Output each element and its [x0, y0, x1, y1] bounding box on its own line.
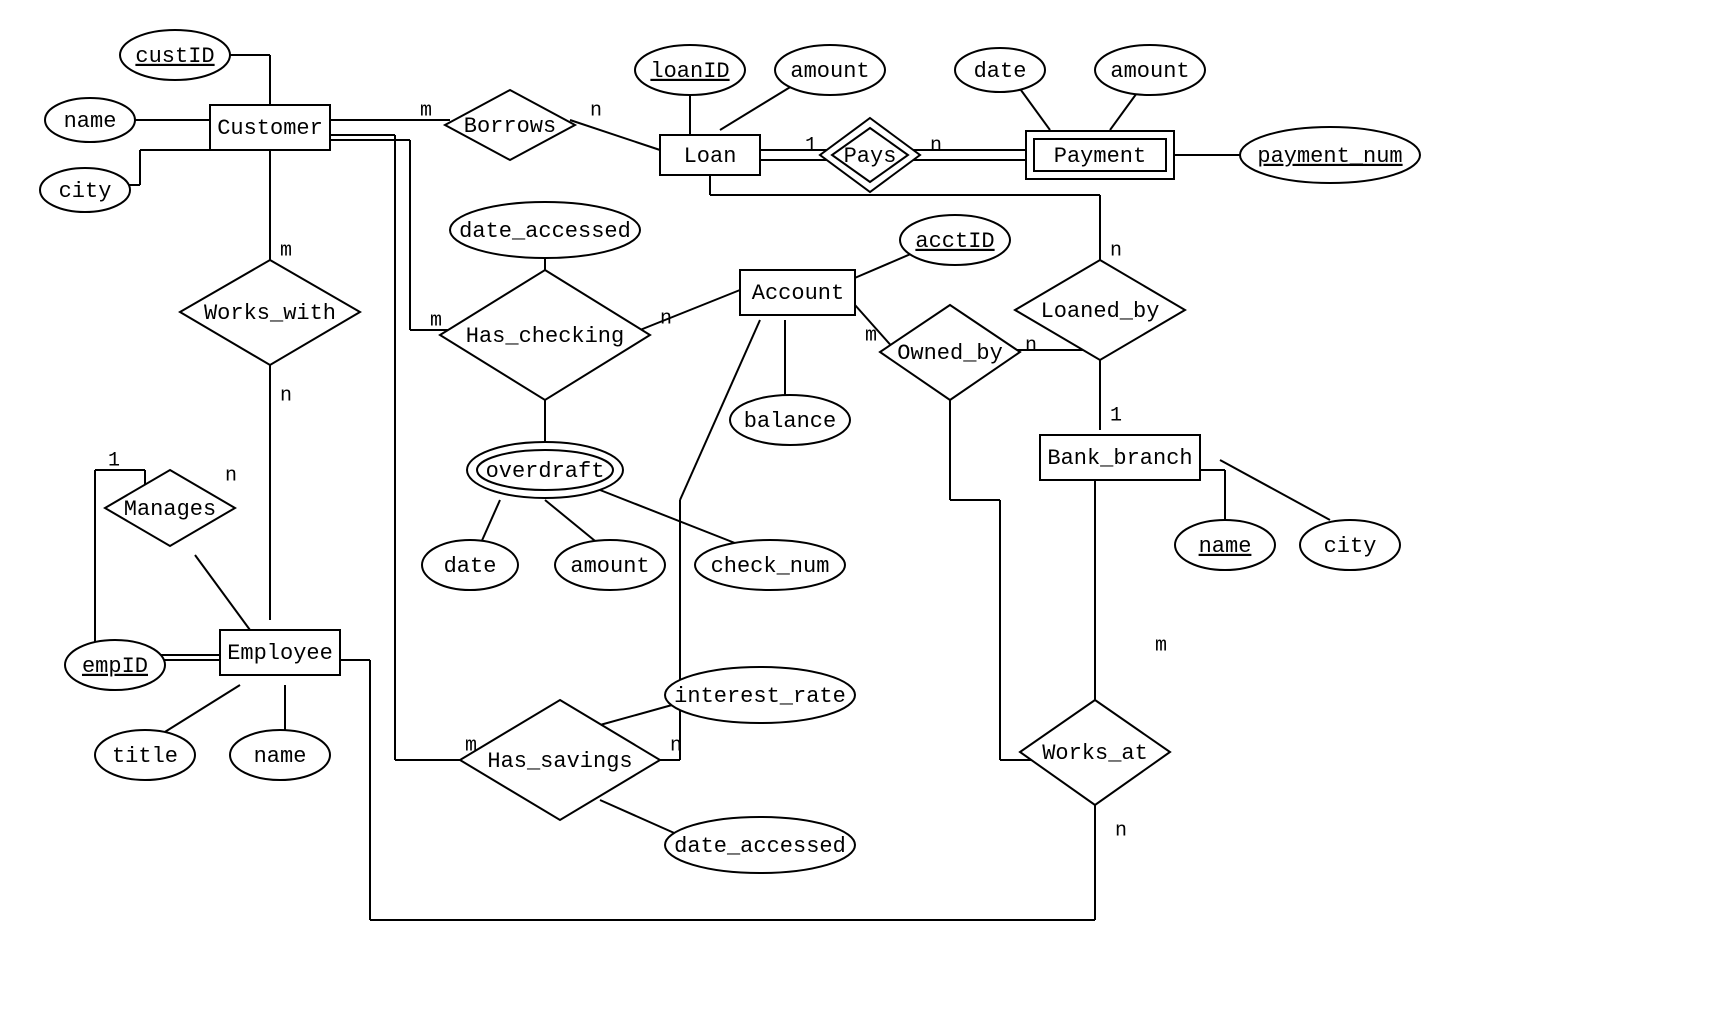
svg-text:1: 1	[805, 134, 817, 157]
rel-manages-label: Manages	[124, 497, 216, 522]
svg-text:check_num: check_num	[711, 554, 830, 579]
attr-od-amount: amount	[555, 540, 665, 590]
attr-emp-title: title	[95, 730, 195, 780]
entity-employee-label: Employee	[227, 641, 333, 666]
entity-payment: Payment	[1026, 131, 1174, 179]
attr-loan-amount: amount	[775, 45, 885, 95]
svg-text:city: city	[59, 179, 112, 204]
svg-text:name: name	[254, 744, 307, 769]
attr-cust-name: name	[45, 98, 135, 142]
attr-loanid: loanID	[635, 45, 745, 95]
svg-text:overdraft: overdraft	[486, 459, 605, 484]
svg-text:n: n	[280, 384, 292, 407]
rel-loaned-by-label: Loaned_by	[1041, 299, 1160, 324]
svg-text:m: m	[1155, 634, 1167, 657]
attr-balance: balance	[730, 395, 850, 445]
svg-text:acctID: acctID	[915, 229, 994, 254]
svg-text:city: city	[1324, 534, 1377, 559]
rel-works-with-label: Works_with	[204, 301, 336, 326]
svg-text:custID: custID	[135, 44, 214, 69]
attr-branch-city: city	[1300, 520, 1400, 570]
entity-employee: Employee	[220, 630, 340, 675]
svg-text:date_accessed: date_accessed	[459, 219, 631, 244]
rel-has-savings: Has_savings	[460, 700, 660, 820]
svg-text:m: m	[465, 734, 477, 757]
attr-od-date: date	[422, 540, 518, 590]
er-diagram: Customer Loan Payment Account Bank_branc…	[0, 0, 1720, 1018]
svg-text:m: m	[280, 239, 292, 262]
attr-cust-city: city	[40, 168, 130, 212]
entity-customer: Customer	[210, 105, 330, 150]
attr-custid: custID	[120, 30, 230, 80]
rel-pays: Pays	[820, 118, 920, 192]
entity-loan: Loan	[660, 135, 760, 175]
svg-text:payment_num: payment_num	[1257, 144, 1402, 169]
svg-text:n: n	[670, 734, 682, 757]
svg-text:m: m	[865, 324, 877, 347]
rel-has-checking-label: Has_checking	[466, 324, 624, 349]
attr-empid: empID	[65, 640, 165, 690]
svg-text:amount: amount	[1110, 59, 1189, 84]
svg-text:name: name	[1199, 534, 1252, 559]
svg-text:n: n	[660, 307, 672, 330]
rel-owned-by: Owned_by	[880, 305, 1020, 400]
entity-bank-branch: Bank_branch	[1040, 435, 1200, 480]
rel-works-at: Works_at	[1020, 700, 1170, 805]
attr-emp-name: name	[230, 730, 330, 780]
svg-text:name: name	[64, 109, 117, 134]
rel-borrows-label: Borrows	[464, 114, 556, 139]
entity-bank-branch-label: Bank_branch	[1047, 446, 1192, 471]
svg-text:m: m	[430, 309, 442, 332]
entity-account: Account	[740, 270, 855, 315]
rel-works-with: Works_with	[180, 260, 360, 365]
rel-works-at-label: Works_at	[1042, 741, 1148, 766]
attr-date-accessed: date_accessed	[450, 202, 640, 258]
svg-text:n: n	[1110, 239, 1122, 262]
svg-text:m: m	[420, 99, 432, 122]
svg-text:empID: empID	[82, 654, 148, 679]
rel-borrows: Borrows	[445, 90, 575, 160]
entity-customer-label: Customer	[217, 116, 323, 141]
svg-text:n: n	[225, 464, 237, 487]
attr-interest-rate: interest_rate	[665, 667, 855, 723]
attr-overdraft: overdraft	[467, 442, 623, 498]
svg-text:n: n	[930, 134, 942, 157]
svg-text:amount: amount	[570, 554, 649, 579]
attr-branch-name: name	[1175, 520, 1275, 570]
rel-manages: Manages	[105, 470, 235, 546]
rel-has-savings-label: Has_savings	[487, 749, 632, 774]
svg-text:date: date	[974, 59, 1027, 84]
svg-text:1: 1	[108, 449, 120, 472]
svg-text:1: 1	[1110, 404, 1122, 427]
svg-text:n: n	[1115, 819, 1127, 842]
svg-text:loanID: loanID	[650, 59, 729, 84]
svg-text:date: date	[444, 554, 497, 579]
entity-payment-label: Payment	[1054, 144, 1146, 169]
rel-pays-label: Pays	[844, 144, 897, 169]
rel-loaned-by: Loaned_by	[1015, 260, 1185, 360]
svg-text:date_accessed: date_accessed	[674, 834, 846, 859]
attr-od-check-num: check_num	[695, 540, 845, 590]
rel-owned-by-label: Owned_by	[897, 341, 1003, 366]
svg-text:n: n	[590, 99, 602, 122]
entity-account-label: Account	[752, 281, 844, 306]
svg-text:interest_rate: interest_rate	[674, 684, 846, 709]
entity-loan-label: Loan	[684, 144, 737, 169]
svg-text:amount: amount	[790, 59, 869, 84]
attr-payment-num: payment_num	[1240, 127, 1420, 183]
attr-pay-date: date	[955, 48, 1045, 92]
svg-text:balance: balance	[744, 409, 836, 434]
rel-has-checking: Has_checking	[440, 270, 650, 400]
svg-text:title: title	[112, 744, 178, 769]
attr-pay-amount: amount	[1095, 45, 1205, 95]
attr-sav-date-accessed: date_accessed	[665, 817, 855, 873]
attr-acctid: acctID	[900, 215, 1010, 265]
svg-text:n: n	[1025, 334, 1037, 357]
